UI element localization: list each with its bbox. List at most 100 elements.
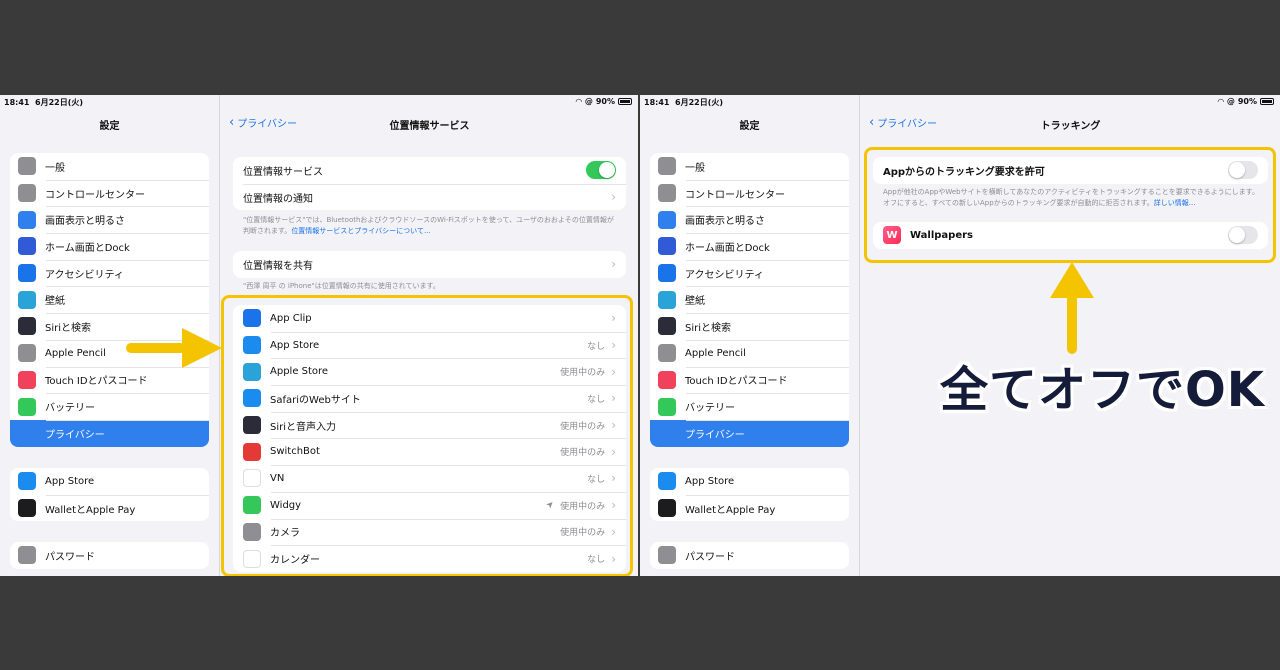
- location-app-row[interactable]: Widgy ➤ 使用中のみ ›: [233, 491, 626, 519]
- share-location-label: 位置情報を共有: [243, 260, 313, 272]
- sidebar-item[interactable]: App Store: [650, 468, 849, 495]
- sidebar-item[interactable]: 一般: [10, 153, 209, 180]
- location-app-name: App Store: [270, 339, 320, 351]
- pencil-icon: [18, 344, 36, 363]
- sidebar-item[interactable]: プライバシー: [10, 419, 209, 447]
- sidebar-item-label: 画面表示と明るさ: [45, 216, 125, 228]
- location-app-name: SwitchBot: [270, 446, 320, 458]
- toggles-icon: [658, 184, 676, 203]
- sidebar-item[interactable]: Touch IDとパスコード: [10, 366, 209, 394]
- location-app-row[interactable]: カレンダー なし ›: [233, 545, 626, 572]
- location-app-status: 使用中のみ: [560, 501, 606, 512]
- location-privacy-link[interactable]: 位置情報サービスとプライバシーについて...: [291, 227, 430, 235]
- location-app-row[interactable]: Apple Store 使用中のみ ›: [233, 358, 626, 385]
- wallet-icon: [658, 499, 676, 518]
- location-app-name: カメラ: [270, 528, 300, 540]
- location-app-status: 使用中のみ: [560, 368, 606, 379]
- location-app-name: Widgy: [270, 499, 302, 511]
- location-app-status: なし: [587, 341, 606, 352]
- location-service-toggle[interactable]: [586, 161, 616, 180]
- location-service-group: 位置情報サービス 位置情報の通知 ›: [233, 157, 626, 211]
- location-app-row[interactable]: VN なし ›: [233, 465, 626, 492]
- sidebar-item-label: コントロールセンター: [685, 189, 785, 201]
- tracking-allow-group: Appからのトラッキング要求を許可: [873, 157, 1268, 184]
- sidebar-item[interactable]: ホーム画面とDock: [10, 233, 209, 260]
- sidebar-item[interactable]: 一般: [650, 153, 849, 180]
- lock-rotation-icon: @: [1226, 97, 1235, 106]
- location-app-status-group: ➤ 使用中のみ ›: [544, 498, 616, 513]
- sidebar-group-1: 一般 コントロールセンター画面表示と明るさホーム画面とDock アクセシビリティ 壁紙…: [10, 153, 209, 447]
- appstore-icon: [243, 336, 261, 355]
- ipad-screen-tracking: 18:41 6月22日(火) 設定 一般 コントロールセンター 画面表示と明るさ ホー…: [640, 95, 1280, 576]
- arrow-right-icon: [126, 328, 222, 368]
- location-app-status-group: なし ›: [587, 552, 616, 566]
- sidebar-item[interactable]: Siriと検索: [650, 313, 849, 340]
- vn-icon: [243, 469, 261, 488]
- sidebar-item[interactable]: バッテリー: [10, 393, 209, 420]
- sidebar-item[interactable]: バッテリー: [650, 393, 849, 420]
- tracking-info-link[interactable]: 詳しい情報...: [1154, 199, 1196, 207]
- location-app-status: なし: [587, 555, 606, 566]
- location-app-name: VN: [270, 472, 285, 484]
- text-size-icon: [658, 210, 676, 229]
- location-app-row[interactable]: SafariのWebサイト なし ›: [233, 385, 626, 412]
- sidebar-item[interactable]: 壁紙: [650, 286, 849, 313]
- sidebar-item[interactable]: App Store: [10, 468, 209, 495]
- status-indicators: ◠ @90%: [1218, 97, 1274, 106]
- sidebar-item[interactable]: Apple Pencil: [650, 339, 849, 367]
- sidebar-item[interactable]: Touch IDとパスコード: [650, 366, 849, 394]
- appclip-icon: [243, 309, 261, 328]
- location-app-status-group: なし ›: [587, 338, 616, 352]
- location-app-row[interactable]: Siriと音声入力 使用中のみ ›: [233, 411, 626, 439]
- sidebar-item[interactable]: パスワード: [650, 542, 849, 569]
- chevron-right-icon: ›: [611, 338, 616, 353]
- sidebar-item[interactable]: ホーム画面とDock: [650, 233, 849, 260]
- sidebar-item-label: 画面表示と明るさ: [685, 216, 765, 228]
- location-app-status-group: ›: [605, 311, 616, 325]
- gear-icon: [658, 157, 676, 176]
- sidebar-item[interactable]: 画面表示と明るさ: [10, 206, 209, 233]
- location-alert-label: 位置情報の通知: [243, 193, 313, 205]
- hand-icon: [658, 424, 676, 443]
- tracking-app-label: Wallpapers: [910, 229, 974, 241]
- share-location-row[interactable]: 位置情報を共有 ›: [233, 251, 626, 278]
- location-app-status-group: なし ›: [587, 471, 616, 485]
- location-app-name: Apple Store: [270, 366, 329, 378]
- status-time: 18:41 6月22日(火): [644, 98, 724, 107]
- sidebar-item[interactable]: コントロールセンター: [10, 179, 209, 207]
- location-app-status: なし: [587, 474, 606, 485]
- toggles-icon: [18, 184, 36, 203]
- location-app-row[interactable]: SwitchBot 使用中のみ ›: [233, 438, 626, 465]
- sidebar-item[interactable]: WalletとApple Pay: [10, 494, 209, 522]
- sidebar-item[interactable]: WalletとApple Pay: [650, 494, 849, 522]
- widgy-icon: [243, 496, 261, 515]
- fingerprint-icon: [658, 370, 676, 389]
- wifi-icon: ◠: [575, 97, 582, 106]
- location-app-row[interactable]: App Store なし ›: [233, 331, 626, 359]
- sidebar-item[interactable]: プライバシー: [650, 419, 849, 447]
- sidebar-item-label: WalletとApple Pay: [685, 504, 776, 516]
- location-alert-row[interactable]: 位置情報の通知 ›: [233, 183, 626, 211]
- chevron-right-icon: ›: [611, 418, 616, 433]
- page-title: トラッキング: [1040, 121, 1101, 132]
- sidebar-group-3: パスワード: [10, 542, 209, 569]
- sidebar-item[interactable]: 壁紙: [10, 286, 209, 313]
- sidebar-item[interactable]: コントロールセンター: [650, 179, 849, 207]
- wallpapers-tracking-toggle[interactable]: [1228, 226, 1258, 245]
- sidebar-item[interactable]: アクセシビリティ: [10, 259, 209, 287]
- chevron-right-icon: ›: [611, 524, 616, 539]
- switchbot-icon: [243, 442, 261, 461]
- grid-icon: [18, 237, 36, 256]
- location-app-row[interactable]: App Clip ›: [233, 305, 626, 332]
- chevron-right-icon: ›: [611, 498, 616, 513]
- location-app-row[interactable]: カメラ 使用中のみ ›: [233, 518, 626, 546]
- sidebar-item[interactable]: アクセシビリティ: [650, 259, 849, 287]
- sidebar-item[interactable]: 画面表示と明るさ: [650, 206, 849, 233]
- gear-icon: [18, 157, 36, 176]
- chevron-right-icon: ›: [611, 190, 616, 205]
- sidebar-item[interactable]: パスワード: [10, 542, 209, 569]
- location-app-name: Siriと音声入力: [270, 421, 337, 433]
- tracking-allow-toggle[interactable]: [1228, 161, 1258, 180]
- wifi-icon: ◠: [1217, 97, 1224, 106]
- top-letterbox: [0, 0, 1280, 95]
